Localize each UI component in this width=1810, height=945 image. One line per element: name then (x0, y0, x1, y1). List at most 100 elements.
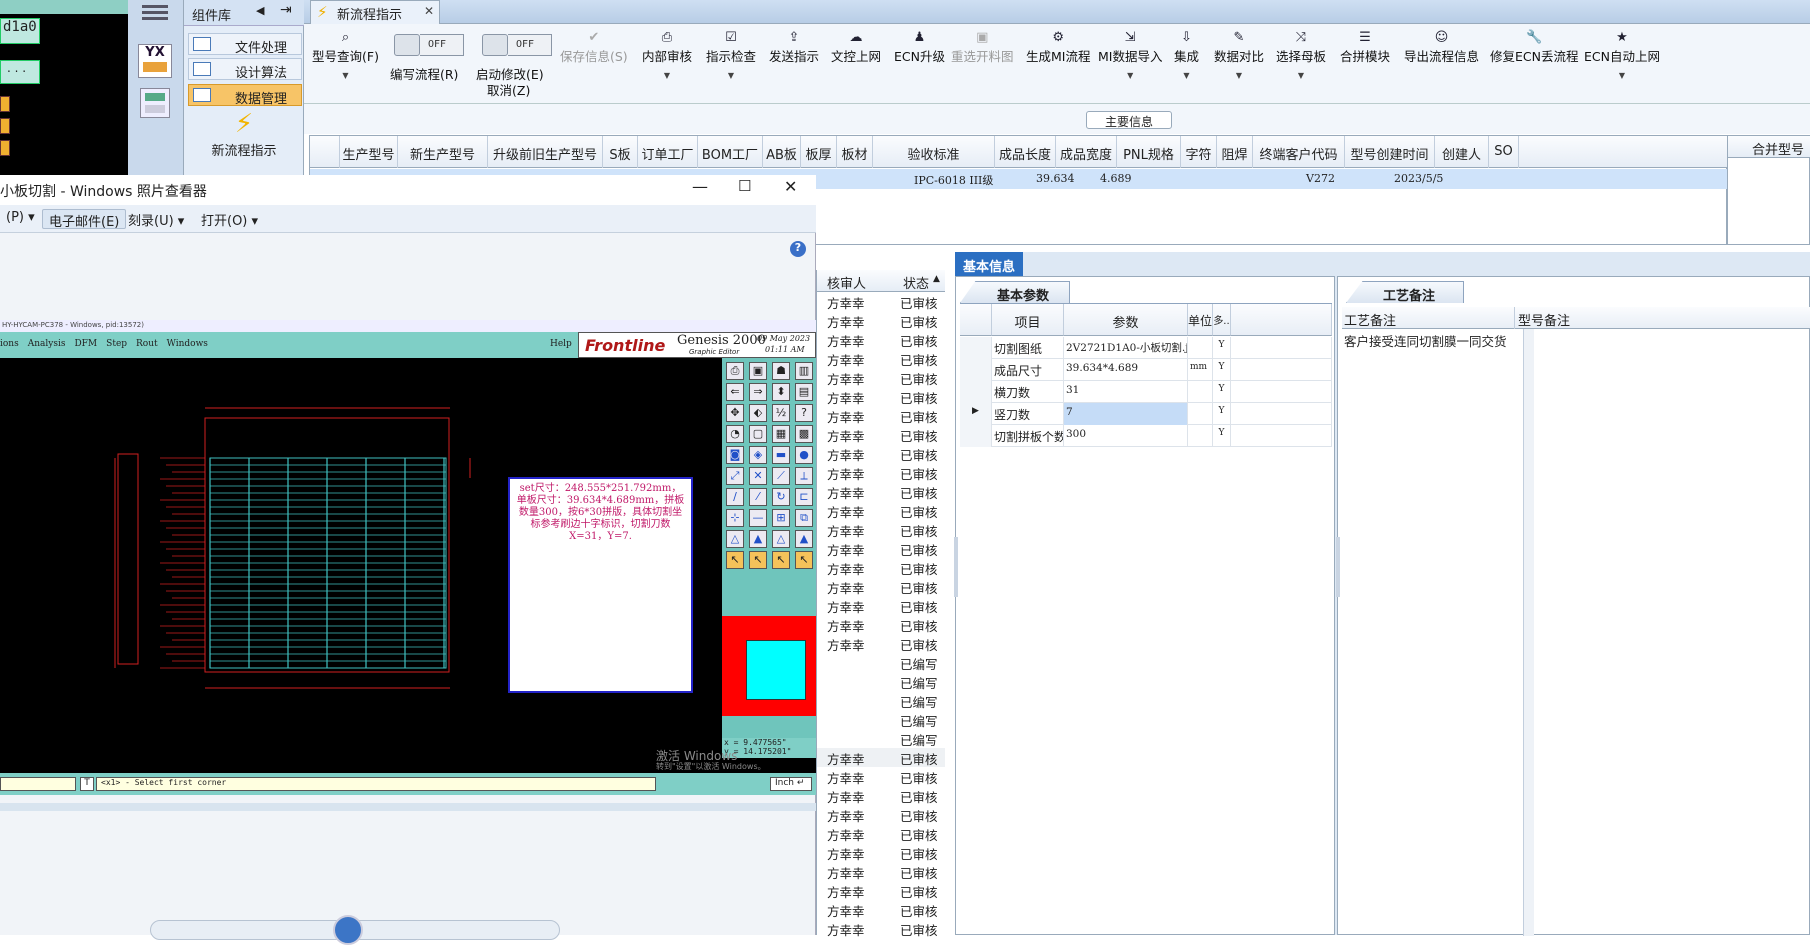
minimize-icon[interactable]: — (692, 177, 708, 196)
cam-tool-icon[interactable]: ▲ (749, 530, 767, 548)
cam-tool-icon[interactable]: ⬍ (772, 383, 790, 401)
internal-review-button[interactable]: ⎙ 内部审核 ▼ (642, 30, 692, 80)
col-header[interactable]: 多.. (1213, 304, 1231, 336)
new-flow-quick-action[interactable]: ⚡ 新流程指示 (184, 108, 304, 164)
generate-mi-flow-button[interactable]: ⚙ 生成MI流程 (1026, 30, 1090, 65)
row-selector[interactable] (960, 337, 992, 359)
calculator-icon[interactable] (140, 88, 170, 118)
tab-basic-info[interactable]: 基本信息 (955, 252, 1023, 276)
col-header[interactable]: PNL规格 (1117, 136, 1181, 168)
cam-tool-icon[interactable]: △ (726, 530, 744, 548)
list-item[interactable]: 方幸幸 已审核 (817, 900, 945, 919)
col-header[interactable]: AB板 (763, 136, 801, 168)
model-query-button[interactable]: ⌕ 型号查询(F) ▼ (312, 30, 379, 80)
cam-tool-icon[interactable]: ⟋ (772, 467, 790, 485)
col-header[interactable]: 板厚 (801, 136, 837, 168)
instruction-check-button[interactable]: ☑ 指示检查 ▼ (706, 30, 756, 80)
table-row[interactable]: ▶ 竖刀数 7 Y (960, 403, 1332, 425)
param-value[interactable]: 2V2721D1A0-小板切割.jpg (1064, 337, 1188, 359)
cam-tool-icon[interactable]: ▲ (795, 530, 813, 548)
list-item[interactable]: 方幸幸 已审核 (817, 634, 945, 653)
list-item[interactable]: 方幸幸 已审核 (817, 805, 945, 824)
col-header[interactable]: 项目 (992, 304, 1064, 336)
menu-open[interactable]: 打开(O) ▾ (195, 209, 264, 229)
cam-tool-icon[interactable]: ↻ (772, 488, 790, 506)
menu-burn[interactable]: 刻录(U) ▾ (122, 209, 190, 229)
slideshow-button[interactable] (333, 915, 363, 945)
cam-tool-icon[interactable]: ? (795, 404, 813, 422)
craft-note-cell[interactable]: 客户接受连同切割膜一同交货 (1342, 329, 1524, 936)
param-value[interactable]: 39.634*4.689 (1064, 359, 1188, 381)
integrate-button[interactable]: ⇩ 集成 ▼ (1174, 30, 1199, 80)
splitter-handle[interactable] (954, 537, 958, 597)
send-instruction-button[interactable]: ⇪ 发送指示 (769, 30, 819, 65)
list-item[interactable]: 方幸幸 已审核 (817, 843, 945, 862)
cancel-modify-label[interactable]: 取消(Z) (487, 80, 530, 99)
cam-tool-icon[interactable]: ▦ (772, 425, 790, 443)
list-item[interactable]: 方幸幸 已审核 (817, 292, 945, 311)
list-item[interactable]: 已编写 (817, 710, 945, 729)
cam-tool-icon[interactable]: ⤢ (726, 467, 744, 485)
list-item[interactable]: 方幸幸 已审核 (817, 311, 945, 330)
col-header[interactable]: 参数 (1064, 304, 1188, 336)
cam-tool-icon[interactable]: ▤ (795, 383, 813, 401)
list-item[interactable]: 方幸幸 已审核 (817, 501, 945, 520)
repair-ecn-flow-button[interactable]: 🔧 修复ECN丢流程 (1490, 30, 1578, 65)
cam-tool-icon[interactable]: ◔ (726, 425, 744, 443)
list-item[interactable]: 方幸幸 已审核 (817, 368, 945, 387)
cam-tool-icon[interactable]: ◙ (726, 446, 744, 464)
cam-tool-icon[interactable]: ● (795, 446, 813, 464)
merge-module-button[interactable]: ☰ 合拼模块 (1340, 30, 1390, 65)
component-item-design-algorithm[interactable]: 设计算法 (188, 58, 302, 81)
cam-tool-icon[interactable]: — (749, 509, 767, 527)
doc-control-online-button[interactable]: ☁ 文控上网 (831, 30, 881, 65)
scrollbar[interactable] (1524, 329, 1534, 936)
unit-selector[interactable]: Inch ↵ (770, 777, 812, 791)
row-selector[interactable]: ▶ (960, 403, 992, 425)
col-header[interactable]: 板材 (837, 136, 873, 168)
cam-tool-icon[interactable]: ⧉ (795, 509, 813, 527)
save-info-button[interactable]: ✔ 保存信息(S) (560, 30, 628, 65)
list-item[interactable]: 方幸幸 已审核 (817, 387, 945, 406)
ecn-upgrade-button[interactable]: ♟ ECN升级 (894, 30, 945, 65)
hamburger-menu-icon[interactable] (142, 2, 168, 24)
cam-tool-icon[interactable]: ▣ (749, 362, 767, 380)
col-header[interactable]: 验收标准 (873, 136, 995, 168)
component-item-data-management[interactable]: 数据管理 (188, 84, 302, 107)
close-tab-icon[interactable]: ✕ (424, 4, 434, 18)
cam-tool-icon[interactable]: ▢ (749, 425, 767, 443)
col-header[interactable]: 订单工厂 (638, 136, 698, 168)
table-row[interactable]: 横刀数 31 Y (960, 381, 1332, 403)
col-header[interactable]: BOM工厂 (698, 136, 763, 168)
collapse-left-icon[interactable]: ◀ (256, 4, 264, 17)
cam-tool-icon[interactable]: ∕ (726, 488, 744, 506)
cam-tool-icon[interactable]: ⊏ (795, 488, 813, 506)
col-header[interactable]: 型号备注 (1518, 310, 1570, 329)
list-item[interactable]: 已编写 (817, 729, 945, 748)
maximize-icon[interactable]: ☐ (738, 177, 751, 195)
menu-email[interactable]: 电子邮件(E) (42, 209, 127, 230)
cam-tool-icon[interactable]: ▬ (772, 446, 790, 464)
component-item-file-processing[interactable]: 文件处理 (188, 33, 302, 56)
list-item[interactable]: 方幸幸 已审核 (817, 862, 945, 881)
param-value[interactable]: 31 (1064, 381, 1188, 403)
mi-data-import-button[interactable]: ⇲ MI数据导入 ▼ (1098, 30, 1162, 80)
cam-drawing-canvas[interactable]: set尺寸：248.555*251.792mm，单板尺寸：39.634*4.68… (0, 358, 722, 773)
list-item[interactable]: 方幸幸 已审核 (817, 881, 945, 900)
list-item[interactable]: 方幸幸 已审核 (817, 539, 945, 558)
param-value[interactable]: 7 (1064, 403, 1188, 425)
list-item[interactable]: 方幸幸 已审核 (817, 558, 945, 577)
cam-tool-icon[interactable]: ◈ (749, 446, 767, 464)
text-mode-icon[interactable]: T (80, 777, 94, 791)
col-header[interactable]: 字符 (1181, 136, 1217, 168)
write-flow-toggle[interactable]: OFF (394, 34, 466, 56)
help-icon[interactable]: ? (790, 241, 806, 257)
export-flow-info-button[interactable]: ☺ 导出流程信息 (1404, 30, 1479, 65)
cam-tool-icon[interactable]: ⁄ (749, 488, 767, 506)
cam-tool-icon[interactable]: ↖ (726, 551, 744, 569)
list-item[interactable]: 方幸幸 已审核 (817, 520, 945, 539)
col-header[interactable]: 终端客户代码 (1253, 136, 1345, 168)
list-item[interactable]: 方幸幸 已审核 (817, 444, 945, 463)
row-selector[interactable] (960, 425, 992, 447)
cam-tool-icon[interactable]: △ (772, 530, 790, 548)
